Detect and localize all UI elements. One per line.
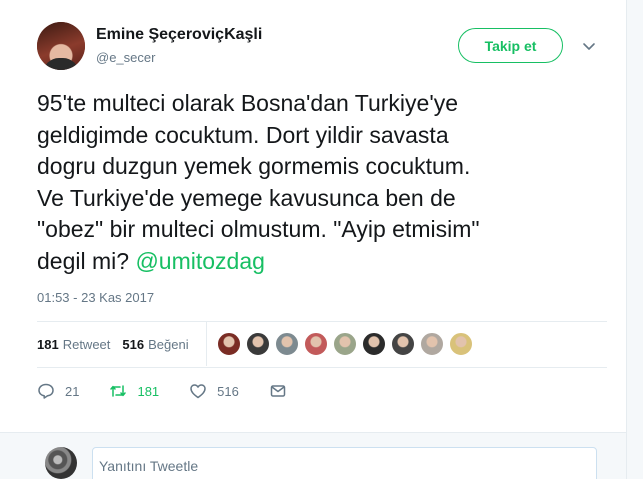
retweet-stat-count: 181 (37, 336, 59, 352)
tweet-text-line: geldigimde cocuktum. Dort yildir savasta (37, 121, 449, 148)
envelope-icon (270, 385, 286, 397)
like-stat[interactable]: 516 Beğeni (122, 337, 188, 352)
retweet-stat[interactable]: 181 Retweet (37, 337, 110, 352)
tweet-text-line: "obez" bir multeci olmustum. "Ayip etmis… (37, 216, 480, 242)
follow-button[interactable]: Takip et (458, 28, 563, 63)
tweet-text-line: degil mi? @umitozdag (37, 246, 597, 278)
tweet-actions: 21 181 516 (37, 380, 327, 402)
chevron-down-icon[interactable] (579, 36, 599, 56)
tweet-text-fragment: degil mi? (37, 247, 130, 274)
liker-avatar[interactable] (449, 332, 473, 356)
divider (37, 367, 607, 368)
tweet-timestamp[interactable]: 01:53 - 23 Kas 2017 (37, 290, 154, 305)
retweet-icon (110, 385, 127, 397)
viewer-avatar (45, 447, 77, 479)
liker-avatars (217, 332, 478, 356)
retweet-stat-label: Retweet (62, 336, 111, 352)
mention-link[interactable]: @umitozdag (135, 248, 264, 274)
like-action[interactable]: 516 (189, 382, 239, 400)
tweet-text-line: 95'te multeci olarak Bosna'dan Turkiye'y… (37, 90, 459, 116)
liker-avatar[interactable] (217, 332, 241, 356)
liker-avatar[interactable] (275, 332, 299, 356)
tweet-text: 95'te multeci olarak Bosna'dan Turkiye'y… (37, 88, 597, 277)
liker-avatar[interactable] (420, 332, 444, 356)
sidebar-edge (626, 0, 643, 479)
liker-avatar[interactable] (304, 332, 328, 356)
reply-input[interactable]: Yanıtını Tweetle (92, 447, 597, 479)
user-handle[interactable]: @e_secer (96, 50, 155, 65)
reply-composer: Yanıtını Tweetle (0, 432, 626, 479)
tweet-stats: 181 Retweet 516 Beğeni (37, 322, 201, 366)
direct-message-action[interactable] (269, 382, 297, 400)
heart-icon (190, 384, 206, 399)
user-display-name[interactable]: Emine ŞeçeroviçKaşli (96, 26, 262, 44)
liker-avatar[interactable] (246, 332, 270, 356)
tweet-permalink: Emine ŞeçeroviçKaşli @e_secer Takip et 9… (0, 0, 626, 479)
user-avatar[interactable] (37, 22, 85, 70)
tweet-text-line: dogru duzgun yemek gormemis cocuktum. (37, 153, 471, 179)
reply-action[interactable]: 21 (37, 382, 79, 400)
reply-count: 21 (65, 383, 80, 399)
liker-avatar[interactable] (333, 332, 357, 356)
liker-avatar[interactable] (362, 332, 386, 356)
like-stat-count: 516 (122, 336, 145, 352)
retweet-action[interactable]: 181 (109, 382, 159, 400)
like-stat-label: Beğeni (148, 336, 189, 352)
stats-separator (206, 322, 207, 366)
reply-icon (38, 383, 54, 399)
liker-avatar[interactable] (391, 332, 415, 356)
tweet-text-line: Ve Turkiye'de yemege kavusunca ben de (37, 184, 456, 211)
retweet-count: 181 (137, 383, 160, 399)
like-count: 516 (217, 383, 239, 399)
